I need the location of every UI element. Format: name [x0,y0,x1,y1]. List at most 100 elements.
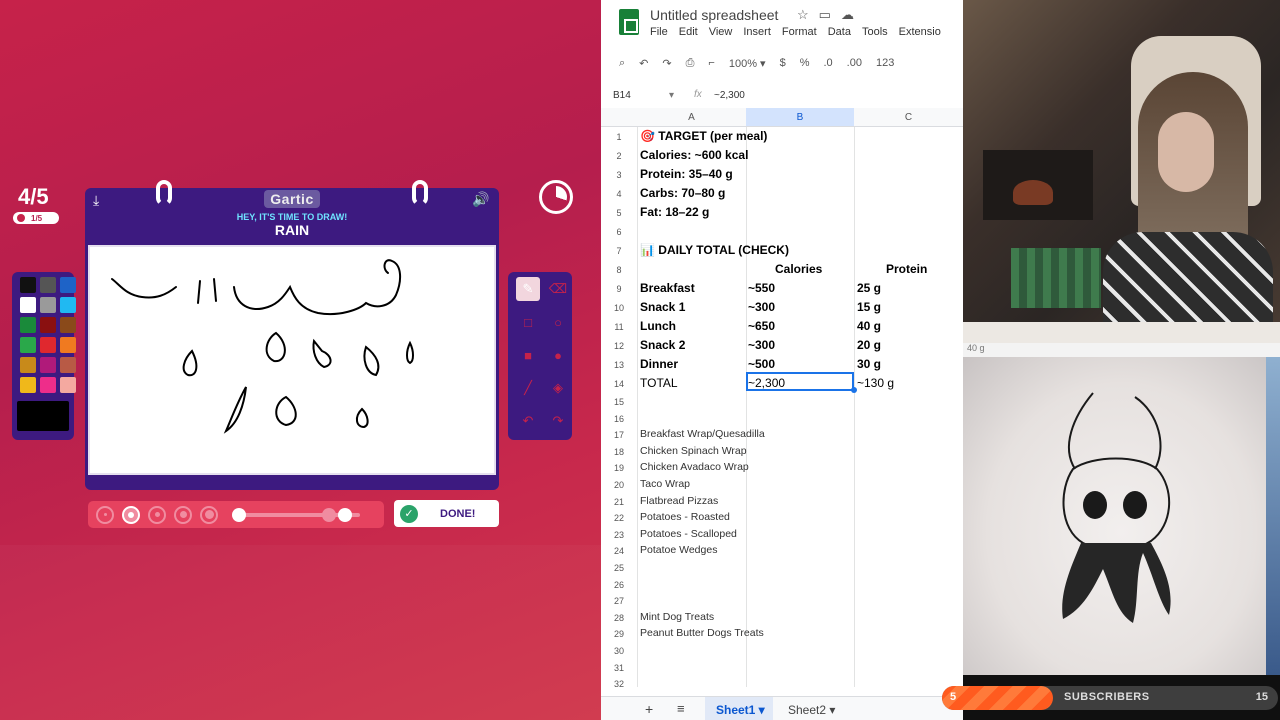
cell-a[interactable]: Breakfast Wrap/Quesadilla [640,428,765,440]
color-swatch[interactable] [20,377,36,393]
cell-a[interactable]: Snack 1 [640,300,685,314]
search-icon[interactable]: ⌕ [619,57,625,70]
rectangle-outline-icon[interactable]: □ [516,310,540,334]
color-swatch[interactable] [20,357,36,373]
column-header-c[interactable]: C [854,112,963,123]
row-number[interactable]: 28 [601,613,637,623]
row-number[interactable]: 10 [601,303,637,313]
color-swatch[interactable] [20,297,36,313]
row-number[interactable]: 4 [601,189,637,199]
brush-size-2[interactable] [122,505,140,524]
cell-c[interactable]: 15 g [857,300,881,314]
redo-icon[interactable]: ↷ [546,409,570,433]
opacity-slider[interactable] [232,507,360,522]
cell-a[interactable]: Flatbread Pizzas [640,495,718,507]
column-header-b[interactable]: B [746,108,854,126]
cell-a[interactable]: Lunch [640,319,676,333]
cell-a[interactable]: Chicken Avadaco Wrap [640,461,749,473]
cell-a[interactable]: Taco Wrap [640,478,690,490]
color-swatch[interactable] [60,337,76,353]
cell-c[interactable]: 20 g [857,338,881,352]
row-number[interactable]: 20 [601,480,637,490]
menu-item-tools[interactable]: Tools [862,26,888,38]
tab-sheet1[interactable]: Sheet1 ▾ [705,697,773,720]
undo-icon[interactable]: ↶ [639,57,648,70]
slider-knob[interactable] [232,507,246,522]
paint-format-icon[interactable]: ⌐ [708,57,714,69]
slider-knob[interactable] [338,507,352,522]
cell-a[interactable]: Potatoes - Roasted [640,511,730,523]
cell-c[interactable]: 30 g [857,357,881,371]
redo-icon[interactable]: ↷ [662,57,671,70]
menu-item-view[interactable]: View [709,26,733,38]
menu-item-extensio[interactable]: Extensio [899,26,941,38]
number-format-button[interactable]: 123 [876,57,894,69]
menu-item-format[interactable]: Format [782,26,817,38]
increase-decimal-button[interactable]: .00 [847,57,862,69]
cell-b[interactable]: ~500 [748,357,775,371]
rectangle-fill-icon[interactable]: ■ [516,343,540,367]
cell-a[interactable]: Mint Dog Treats [640,611,714,623]
name-box-dropdown-icon[interactable]: ▾ [669,90,674,101]
row-number[interactable]: 1 [601,132,637,142]
color-swatch[interactable] [60,357,76,373]
row-number[interactable]: 30 [601,646,637,656]
done-button[interactable]: ✓ DONE! [394,500,499,527]
cell-a[interactable]: Snack 2 [640,338,685,352]
row-number[interactable]: 29 [601,629,637,639]
cell-a[interactable]: 📊 DAILY TOTAL (CHECK) [640,243,789,257]
cell-a[interactable]: Chicken Spinach Wrap [640,445,747,457]
circle-outline-icon[interactable]: ○ [546,310,570,334]
cell-a[interactable]: Peanut Butter Dogs Treats [640,627,764,639]
menu-item-data[interactable]: Data [828,26,851,38]
selected-cell-outline[interactable] [746,372,854,391]
row-number[interactable]: 27 [601,596,637,606]
row-number[interactable]: 15 [601,397,637,407]
circle-fill-icon[interactable]: ● [546,343,570,367]
row-number[interactable]: 8 [601,265,637,275]
cell-b[interactable]: ~550 [748,281,775,295]
decrease-decimal-button[interactable]: .0 [823,57,832,69]
sheets-logo-icon[interactable] [619,9,639,35]
color-swatch[interactable] [40,357,56,373]
row-number[interactable]: 21 [601,497,637,507]
cell-a[interactable]: Carbs: 70–80 g [640,186,725,200]
brush-size-3[interactable] [148,505,166,524]
eraser-icon[interactable]: ⌫ [546,277,570,301]
row-number[interactable]: 18 [601,447,637,457]
cell-c[interactable]: Protein [886,262,927,276]
menu-item-insert[interactable]: Insert [743,26,771,38]
color-swatch[interactable] [60,277,76,293]
row-number[interactable]: 12 [601,341,637,351]
cell-a[interactable]: Potatoes - Scalloped [640,528,737,540]
row-number[interactable]: 22 [601,513,637,523]
cell-a[interactable]: Fat: 18–22 g [640,205,709,219]
color-swatch[interactable] [40,377,56,393]
row-number[interactable]: 7 [601,246,637,256]
fill-handle[interactable] [851,387,857,393]
color-swatch[interactable] [60,317,76,333]
row-number[interactable]: 23 [601,530,637,540]
color-swatch[interactable] [40,297,56,313]
pen-icon[interactable]: ✎ [516,277,540,301]
currency-button[interactable]: $ [780,57,786,69]
document-title[interactable]: Untitled spreadsheet [650,7,778,23]
row-number[interactable]: 25 [601,563,637,573]
star-icon[interactable]: ☆ [797,7,819,22]
cell-b[interactable]: ~300 [748,338,775,352]
row-number[interactable]: 16 [601,414,637,424]
all-sheets-icon[interactable]: ≡ [677,701,685,716]
cell-c[interactable]: 25 g [857,281,881,295]
formula-input[interactable]: ~2,300 [714,90,745,101]
menu-item-edit[interactable]: Edit [679,26,698,38]
row-number[interactable]: 13 [601,360,637,370]
row-number[interactable]: 9 [601,284,637,294]
row-number[interactable]: 26 [601,580,637,590]
color-swatch[interactable] [60,377,76,393]
percent-button[interactable]: % [800,57,810,69]
color-swatch[interactable] [40,317,56,333]
menu-item-file[interactable]: File [650,26,668,38]
cell-a[interactable]: Dinner [640,357,678,371]
cell-b[interactable]: ~300 [748,300,775,314]
row-number[interactable]: 2 [601,151,637,161]
